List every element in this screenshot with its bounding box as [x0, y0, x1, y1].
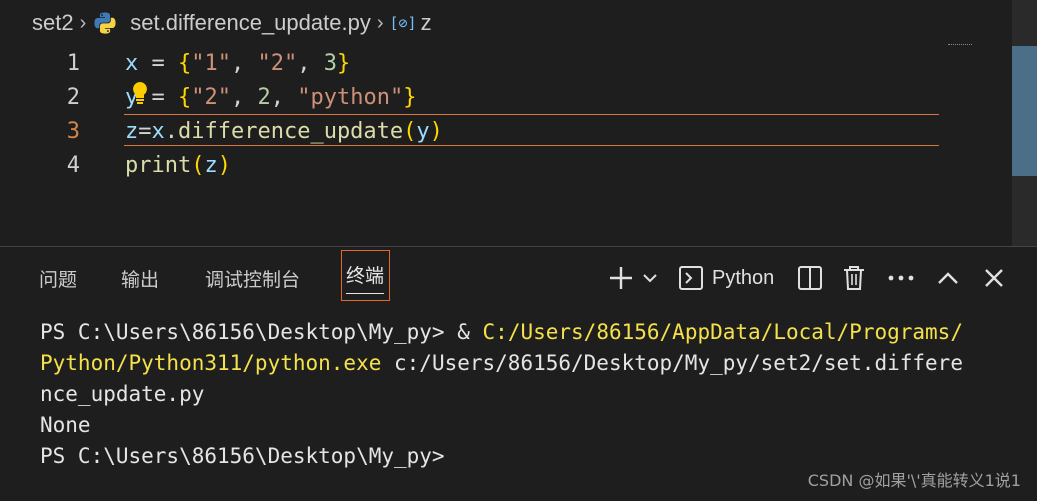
token-comma: ,	[270, 84, 298, 110]
code-line[interactable]: 3 z=x.difference_update(y)	[0, 114, 1012, 148]
terminal-output[interactable]: PS C:\Users\86156\Desktop\My_py> & C:/Us…	[40, 317, 963, 472]
token-variable: x	[125, 50, 139, 76]
tab-terminal[interactable]: 终端	[340, 250, 391, 301]
trash-icon[interactable]	[840, 263, 868, 293]
code-line[interactable]: 2 y = {"2", 2, "python"}	[0, 80, 1012, 114]
terminal-script-path: nce_update.py	[40, 382, 205, 406]
token-string: "2"	[257, 50, 298, 76]
token-bracket: }	[337, 50, 351, 76]
token-bracket: )	[217, 152, 231, 178]
watermark: CSDN @如果'\'真能转义1说1	[807, 471, 1021, 490]
terminal-selector[interactable]: Python	[678, 263, 788, 293]
token-bracket: }	[403, 84, 417, 110]
token-dot: .	[164, 118, 178, 144]
terminal-prompt: PS C:\Users\86156\Desktop\My_py>	[40, 320, 458, 344]
token-bracket: {	[178, 84, 192, 110]
breadcrumb: set2 › set.difference_update.py › [⊘] z	[0, 0, 1012, 46]
panel-tabs: 问题 输出 调试控制台 终端 Python	[0, 247, 1037, 311]
tab-output[interactable]: 输出	[121, 265, 159, 292]
token-bracket: (	[191, 152, 205, 178]
token-variable: y	[416, 118, 430, 144]
code-text: print(z)	[125, 153, 231, 178]
terminal-script-path: c:/Users/86156/Desktop/My_py/set2/set.di…	[381, 351, 963, 375]
line-number: 1	[66, 50, 80, 76]
token-string: "python"	[297, 84, 404, 110]
close-icon[interactable]	[980, 263, 1008, 293]
line-number: 4	[66, 152, 80, 178]
symbol-variable-icon: [⊘]	[389, 14, 417, 32]
token-number: 2	[257, 84, 271, 110]
token-operator: =	[138, 50, 178, 76]
token-function: print	[125, 152, 192, 178]
breadcrumb-folder[interactable]: set2	[32, 10, 74, 36]
split-icon[interactable]	[796, 263, 824, 293]
token-variable: x	[151, 118, 165, 144]
code-line[interactable]: 4 print(z)	[0, 148, 1012, 182]
token-bracket: {	[178, 50, 192, 76]
code-text: y = {"2", 2, "python"}	[125, 85, 416, 110]
terminal-prompt: PS C:\Users\86156\Desktop\My_py>	[40, 444, 445, 468]
code-text: x = {"1", "2", 3}	[125, 51, 350, 76]
terminal-name: Python	[712, 266, 775, 289]
breadcrumb-file[interactable]: set.difference_update.py	[130, 10, 371, 36]
token-comma: ,	[297, 50, 324, 76]
line-number: 3	[66, 118, 80, 144]
terminal-exe-path: C:/Users/86156/AppData/Local/Programs/	[482, 320, 963, 344]
chevron-up-icon[interactable]	[934, 263, 962, 293]
token-operator: =	[138, 118, 152, 144]
line-number: 2	[66, 84, 80, 110]
chevron-down-icon[interactable]	[640, 263, 660, 293]
chevron-right-icon: ›	[79, 11, 87, 34]
tab-debug-console[interactable]: 调试控制台	[205, 265, 300, 292]
more-icon[interactable]	[886, 263, 916, 293]
token-string: "1"	[191, 50, 231, 76]
terminal-operator: &	[457, 320, 483, 344]
terminal-icon	[679, 266, 703, 290]
lightbulb-icon[interactable]	[131, 81, 149, 105]
minimap[interactable]	[948, 44, 972, 50]
editor-scrollbar-thumb[interactable]	[1012, 46, 1037, 176]
code-line[interactable]: 1 x = {"1", "2", 3}	[0, 46, 1012, 80]
token-number: 3	[323, 50, 337, 76]
bottom-panel: 问题 输出 调试控制台 终端 Python PS C:\Users\86156\…	[0, 247, 1037, 501]
token-variable: z	[125, 118, 139, 144]
token-comma: ,	[231, 50, 258, 76]
breadcrumb-symbol[interactable]: z	[421, 10, 432, 36]
terminal-result: None	[40, 413, 91, 437]
plus-icon[interactable]	[606, 263, 636, 293]
token-variable: z	[204, 152, 218, 178]
terminal-exe-path: Python/Python311/python.exe	[40, 351, 382, 375]
token-bracket: )	[429, 118, 443, 144]
token-method: difference_update	[178, 118, 404, 144]
code-editor[interactable]: 1 x = {"1", "2", 3} 2 y = {"2", 2, "pyth…	[0, 46, 1012, 246]
token-string: "2"	[191, 84, 231, 110]
token-comma: ,	[231, 84, 258, 110]
python-icon	[94, 12, 116, 34]
token-bracket: (	[403, 118, 417, 144]
tab-problems[interactable]: 问题	[39, 265, 77, 292]
code-text: z=x.difference_update(y)	[125, 119, 443, 144]
chevron-right-icon: ›	[376, 11, 384, 34]
